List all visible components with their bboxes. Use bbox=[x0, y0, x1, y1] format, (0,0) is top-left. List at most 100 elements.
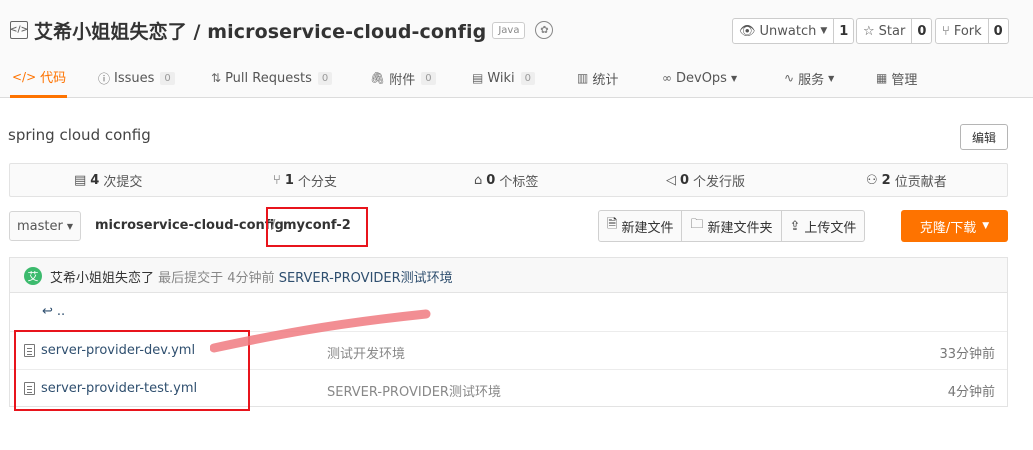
paperclip-icon: 🖇 bbox=[370, 71, 386, 85]
fork-icon: ⑂ bbox=[942, 23, 950, 39]
new-file-button[interactable]: 🗎 新建文件 bbox=[599, 211, 681, 241]
new-file-icon: 🗎 bbox=[607, 217, 618, 232]
tab-pull-requests-count: 0 bbox=[317, 71, 333, 85]
chevron-down-icon: ▼ bbox=[982, 221, 990, 231]
tab-code[interactable]: </> 代码 bbox=[10, 58, 67, 98]
tab-devops-label: DevOps bbox=[676, 70, 727, 86]
wiki-icon: ▤ bbox=[472, 71, 484, 85]
stat-tags[interactable]: ⌂ 0 个标签 bbox=[474, 164, 538, 196]
chevron-down-icon: ▼ bbox=[66, 221, 73, 231]
stat-releases-label: 个发行版 bbox=[693, 174, 746, 190]
eye-icon: 👁 bbox=[739, 23, 756, 39]
tab-manage[interactable]: ▦ 管理 bbox=[876, 58, 917, 98]
upload-file-button[interactable]: ⇪ 上传文件 bbox=[780, 211, 865, 241]
contributors-icon: ⚇ bbox=[866, 172, 878, 188]
chevron-down-icon: ▼ bbox=[730, 73, 738, 83]
breadcrumb-repo-link[interactable]: microservice-cloud-config bbox=[95, 218, 284, 233]
commit-time: 最后提交于 4分钟前 bbox=[158, 271, 275, 286]
pulse-icon: ∿ bbox=[784, 71, 795, 85]
commit-author-link[interactable]: 艾希小姐姐失恋了 bbox=[50, 271, 154, 286]
new-folder-button[interactable]: 🗀 新建文件夹 bbox=[681, 211, 780, 241]
reply-arrow-icon: ↩ bbox=[42, 304, 53, 319]
annotation-box-folder bbox=[266, 207, 368, 247]
branch-name: master bbox=[17, 218, 63, 234]
repo-stats-bar: ▤ 4 次提交 ⑂ 1 个分支 ⌂ 0 个标签 ◁ 0 个发行版 ⚇ 2 位贡献者 bbox=[9, 163, 1008, 197]
stat-branches-num: 1 bbox=[284, 172, 294, 188]
star-count[interactable]: 0 bbox=[911, 19, 931, 43]
repo-title: </> 艾希小姐姐失恋了 / microservice-cloud-config… bbox=[10, 16, 554, 44]
repo-code-icon: </> bbox=[10, 21, 28, 39]
tab-wiki[interactable]: ▤ Wiki 0 bbox=[472, 58, 536, 98]
file-actions-group: 🗎 新建文件 🗀 新建文件夹 ⇪ 上传文件 bbox=[598, 210, 866, 242]
stat-contributors-num: 2 bbox=[881, 172, 891, 188]
tab-issues-label: Issues bbox=[114, 70, 155, 86]
clone-download-label: 克隆/下载 bbox=[919, 220, 977, 236]
tab-pull-requests[interactable]: ⇅ Pull Requests 0 bbox=[211, 58, 333, 98]
repo-name-link[interactable]: 艾希小姐姐失恋了 / microservice-cloud-config bbox=[34, 17, 486, 44]
upload-icon: ⇪ bbox=[789, 218, 801, 234]
release-icon: ◁ bbox=[666, 172, 676, 188]
tab-pull-requests-label: Pull Requests bbox=[225, 70, 312, 86]
bar-chart-icon: ▥ bbox=[577, 71, 589, 85]
stat-commits[interactable]: ▤ 4 次提交 bbox=[74, 164, 142, 196]
stat-branches[interactable]: ⑂ 1 个分支 bbox=[273, 164, 337, 196]
repo-tabs: </> 代码 ⓘ Issues 0 ⇅ Pull Requests 0 🖇 附件… bbox=[0, 58, 1033, 98]
issue-icon: ⓘ bbox=[98, 71, 111, 86]
tab-statistics-label: 统计 bbox=[592, 72, 619, 88]
tab-attachments-count: 0 bbox=[421, 71, 436, 85]
new-folder-label: 新建文件夹 bbox=[707, 220, 773, 236]
tab-issues[interactable]: ⓘ Issues 0 bbox=[98, 58, 175, 98]
star-button[interactable]: ☆ Star 0 bbox=[856, 18, 933, 44]
stat-contributors-label: 位贡献者 bbox=[894, 174, 947, 190]
new-file-label: 新建文件 bbox=[621, 220, 674, 236]
tab-attachments[interactable]: 🖇 附件 0 bbox=[370, 58, 436, 98]
clone-download-button[interactable]: 克隆/下载 ▼ bbox=[901, 210, 1008, 242]
repo-header: </> 艾希小姐姐失恋了 / microservice-cloud-config… bbox=[0, 0, 1033, 98]
tab-code-label: 代码 bbox=[40, 71, 67, 86]
avatar[interactable]: 艾 bbox=[24, 267, 42, 285]
stat-tags-num: 0 bbox=[486, 172, 496, 188]
branch-icon: ⑂ bbox=[273, 172, 281, 188]
last-commit-info: 艾希小姐姐失恋了 最后提交于 4分钟前 SERVER-PROVIDER测试环境 bbox=[50, 267, 453, 286]
branch-selector[interactable]: master ▼ bbox=[9, 211, 81, 241]
tab-wiki-label: Wiki bbox=[487, 70, 515, 86]
stat-releases[interactable]: ◁ 0 个发行版 bbox=[666, 164, 745, 196]
language-badge: Java bbox=[492, 21, 526, 39]
parent-directory-link[interactable]: ↩ .. bbox=[42, 304, 65, 319]
commit-icon: ▤ bbox=[74, 172, 87, 188]
settings-doc-icon: ▦ bbox=[876, 71, 888, 85]
tab-services[interactable]: ∿ 服务 ▼ bbox=[784, 58, 834, 98]
unwatch-label: Unwatch bbox=[759, 23, 817, 39]
new-folder-icon: 🗀 bbox=[690, 217, 704, 232]
stat-releases-num: 0 bbox=[680, 172, 690, 188]
star-icon: ☆ bbox=[863, 23, 875, 39]
tab-manage-label: 管理 bbox=[891, 72, 918, 88]
stat-branches-label: 个分支 bbox=[297, 174, 337, 190]
repo-description: spring cloud config bbox=[8, 126, 151, 144]
last-commit-bar: 艾 艾希小姐姐失恋了 最后提交于 4分钟前 SERVER-PROVIDER测试环… bbox=[9, 257, 1008, 293]
file-commit-time: 4分钟前 bbox=[947, 385, 995, 400]
recommend-badge-icon: ✿ bbox=[535, 21, 554, 39]
stat-commits-num: 4 bbox=[90, 172, 100, 188]
watch-count[interactable]: 1 bbox=[833, 19, 853, 43]
star-label: Star bbox=[878, 23, 906, 39]
parent-directory-row[interactable]: ↩ .. bbox=[10, 293, 1007, 331]
fork-count[interactable]: 0 bbox=[987, 19, 1008, 43]
tab-issues-count: 0 bbox=[160, 71, 175, 85]
unwatch-button[interactable]: 👁 Unwatch ▼ 1 bbox=[732, 18, 855, 44]
chevron-down-icon: ▼ bbox=[820, 26, 828, 36]
fork-label: Fork bbox=[953, 23, 982, 39]
tab-devops[interactable]: ∞ DevOps ▼ bbox=[662, 58, 737, 98]
commit-message-link[interactable]: SERVER-PROVIDER测试环境 bbox=[279, 271, 453, 286]
stat-commits-label: 次提交 bbox=[103, 174, 143, 190]
tab-attachments-label: 附件 bbox=[389, 72, 416, 88]
file-commit-message[interactable]: SERVER-PROVIDER测试环境 bbox=[327, 381, 501, 400]
upload-file-label: 上传文件 bbox=[804, 220, 857, 236]
tab-statistics[interactable]: ▥ 统计 bbox=[577, 58, 618, 98]
stat-contributors[interactable]: ⚇ 2 位贡献者 bbox=[866, 164, 947, 196]
fork-button[interactable]: ⑂ Fork 0 bbox=[935, 18, 1009, 44]
edit-description-button[interactable]: 编辑 bbox=[960, 124, 1008, 150]
devops-icon: ∞ bbox=[662, 71, 672, 85]
tab-wiki-count: 0 bbox=[520, 71, 536, 85]
stat-tags-label: 个标签 bbox=[499, 174, 539, 190]
